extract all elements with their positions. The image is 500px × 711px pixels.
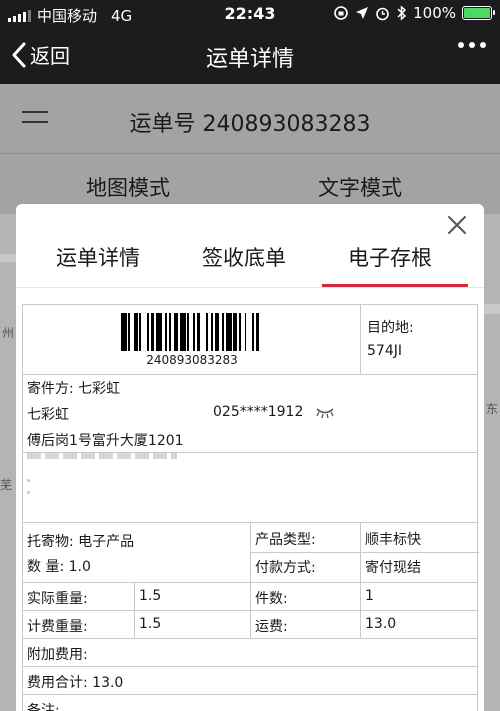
remark-row: 备注: bbox=[23, 695, 477, 711]
extra-fee-label: 附加费用: bbox=[27, 647, 88, 663]
destination-value: 574JI bbox=[367, 343, 402, 359]
sender-section: 寄件方: 七彩虹 七彩虹 025****1912 傅后岗1号富升大厦1201 bbox=[23, 375, 477, 453]
alarm-icon bbox=[376, 7, 389, 20]
nav-bar: 返回 运单详情 bbox=[0, 28, 500, 84]
page-title: 运单详情 bbox=[205, 47, 294, 72]
eye-closed-icon[interactable] bbox=[315, 406, 335, 418]
barcode bbox=[121, 313, 263, 351]
payment-value: 寄付现结 bbox=[365, 560, 421, 576]
remark-label: 备注: bbox=[27, 703, 60, 711]
goods-label: 托寄物: 电子产品 bbox=[27, 534, 135, 550]
billed-weight-row: 计费重量: 1.5 运费: 13.0 bbox=[23, 611, 477, 639]
sender-label: 寄件方: 七彩虹 bbox=[27, 381, 121, 397]
tab-signed-receipt[interactable]: 签收底单 bbox=[202, 242, 286, 272]
tab-map-mode[interactable]: 地图模式 bbox=[86, 172, 170, 202]
total-label: 费用合计: 13.0 bbox=[27, 675, 124, 691]
product-type-label: 产品类型: bbox=[255, 532, 316, 548]
destination-label: 目的地: bbox=[367, 320, 414, 336]
billed-weight-value: 1.5 bbox=[139, 616, 162, 632]
barcode-row: 240893083283 目的地: 574JI bbox=[23, 305, 477, 375]
sender-address: 傅后岗1号富升大厦1201 bbox=[27, 433, 184, 449]
tab-waybill-detail[interactable]: 运单详情 bbox=[56, 242, 140, 272]
bluetooth-icon bbox=[397, 5, 407, 21]
battery-icon bbox=[462, 6, 495, 20]
pieces-value: 1 bbox=[365, 588, 374, 604]
waybill-header: 运单号 240893083283 bbox=[0, 84, 500, 154]
tab-text-mode[interactable]: 文字模式 bbox=[318, 172, 402, 202]
sender-phone: 025****1912 bbox=[213, 404, 304, 420]
actual-weight-row: 实际重量: 1.5 件数: 1 bbox=[23, 583, 477, 611]
actual-weight-label: 实际重量: bbox=[27, 591, 88, 607]
orientation-lock-icon bbox=[334, 6, 348, 20]
goods-row: 托寄物: 电子产品 数 量: 1.0 产品类型: 付款方式: 顺丰标快 寄付现结 bbox=[23, 523, 479, 583]
recipient-section bbox=[23, 453, 477, 523]
location-icon bbox=[356, 7, 369, 19]
product-type-value: 顺丰标快 bbox=[365, 532, 421, 548]
pieces-label: 件数: bbox=[255, 591, 288, 607]
map-label: 州 bbox=[2, 326, 15, 340]
waybill-number: 运单号 240893083283 bbox=[129, 112, 371, 137]
map-label: 芜 bbox=[0, 478, 13, 492]
stub-modal: 运单详情 签收底单 电子存根 240893083283 目的地: 574JI 寄… bbox=[16, 204, 484, 711]
extra-fee-row: 附加费用: bbox=[23, 639, 477, 667]
billed-weight-label: 计费重量: bbox=[27, 619, 88, 635]
status-bar: 中国移动 4G 22:43 100% bbox=[0, 0, 500, 28]
modal-tabs: 运单详情 签收底单 电子存根 bbox=[16, 224, 484, 288]
more-icon[interactable] bbox=[458, 42, 486, 48]
quantity-label: 数 量: 1.0 bbox=[27, 559, 91, 575]
freight-value: 13.0 bbox=[365, 616, 397, 632]
total-row: 费用合计: 13.0 bbox=[23, 667, 477, 695]
freight-label: 运费: bbox=[255, 619, 288, 635]
sender-name: 七彩虹 bbox=[27, 407, 69, 423]
active-tab-indicator bbox=[322, 284, 468, 287]
barcode-number: 240893083283 bbox=[146, 353, 238, 367]
battery-percent: 100% bbox=[413, 4, 456, 22]
electronic-stub: 240893083283 目的地: 574JI 寄件方: 七彩虹 七彩虹 025… bbox=[22, 304, 479, 711]
tab-electronic-stub[interactable]: 电子存根 bbox=[348, 242, 432, 272]
map-label: 东 bbox=[486, 402, 499, 416]
actual-weight-value: 1.5 bbox=[139, 588, 162, 604]
payment-label: 付款方式: bbox=[255, 560, 316, 576]
